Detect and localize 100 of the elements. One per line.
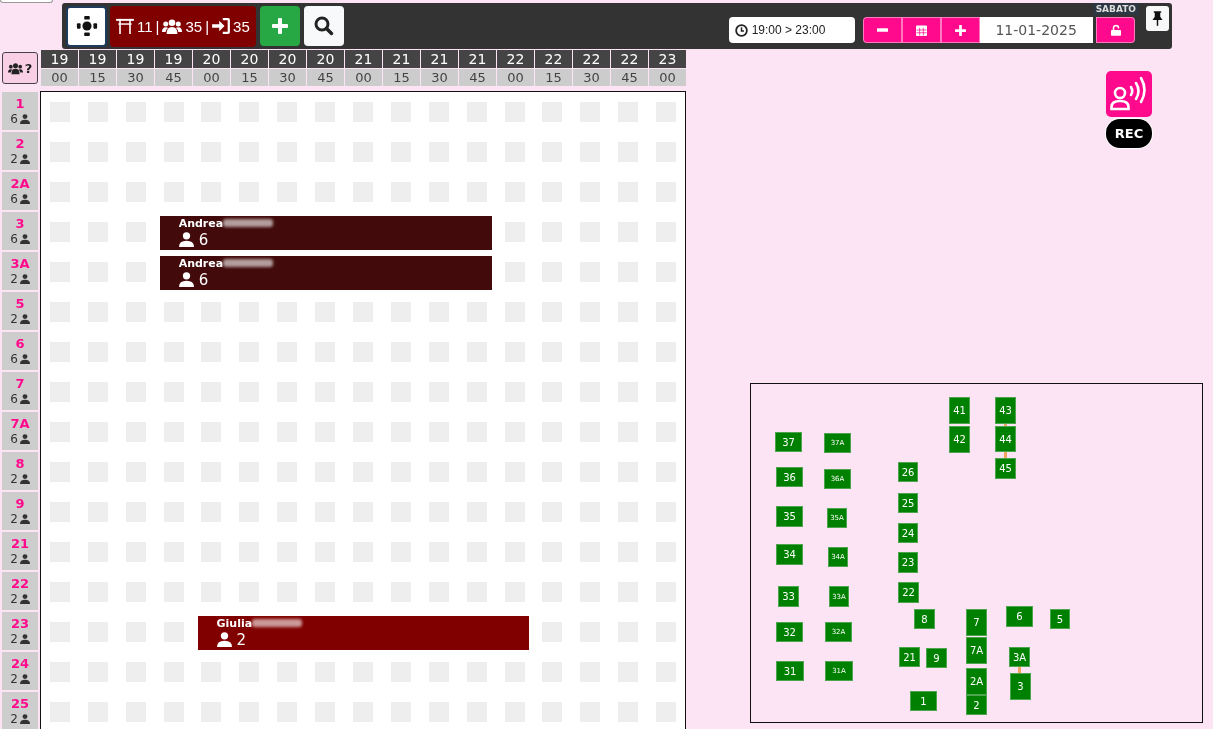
hour-header: 22 — [611, 50, 648, 68]
seat-count: 2 — [10, 591, 18, 607]
person-icon — [19, 154, 30, 164]
next-day-button[interactable] — [940, 17, 980, 43]
search-button[interactable] — [303, 6, 344, 46]
minute-header: 45 — [307, 69, 344, 86]
person-icon — [216, 632, 232, 647]
person-icon — [19, 394, 30, 404]
table-number: 2A — [10, 175, 30, 192]
floor-table[interactable]: 31 — [776, 661, 804, 681]
hour-header: 21 — [345, 50, 382, 68]
hour-header: 21 — [383, 50, 420, 68]
hour-header: 20 — [193, 50, 230, 68]
floor-table[interactable]: 21 — [899, 647, 920, 667]
person-icon — [19, 594, 30, 604]
calendar-icon — [915, 24, 927, 36]
time-range-field[interactable]: 19:00 > 23:00 — [728, 17, 855, 43]
floor-table[interactable]: 1 — [910, 691, 937, 711]
seat-count: 2 — [10, 471, 18, 487]
person-icon — [178, 272, 194, 287]
floor-table[interactable]: 33 — [778, 586, 799, 607]
table-number: 3 — [15, 215, 25, 232]
person-icon — [19, 474, 30, 484]
minute-header: 00 — [649, 69, 686, 86]
seat-count: 2 — [10, 671, 18, 687]
hour-header: 22 — [535, 50, 572, 68]
floor-table[interactable]: 25 — [898, 493, 918, 513]
floor-table[interactable]: 3 — [1010, 673, 1031, 700]
hour-header: 23 — [649, 50, 686, 68]
floor-table[interactable]: 44 — [995, 426, 1016, 452]
sign-in-icon — [212, 18, 231, 34]
floor-table[interactable]: 23 — [898, 552, 918, 573]
floor-table[interactable]: 6 — [1006, 606, 1033, 627]
seat-count: 2 — [10, 631, 18, 647]
floor-table[interactable]: 7A — [966, 637, 987, 664]
floor-table[interactable]: 45 — [995, 458, 1016, 479]
users-icon — [7, 60, 23, 76]
calendar-button[interactable] — [901, 17, 941, 43]
guest-name: Andrea — [178, 216, 224, 230]
table-number: 24 — [10, 655, 30, 672]
floor-table[interactable]: 35 — [776, 506, 803, 527]
floor-table[interactable]: 22 — [898, 582, 919, 603]
minute-header: 00 — [193, 69, 230, 86]
person-icon — [19, 274, 30, 284]
hour-header: 20 — [307, 50, 344, 68]
person-icon — [19, 194, 30, 204]
person-icon — [19, 354, 30, 364]
floor-table[interactable]: 9 — [926, 648, 947, 668]
seat-count: 6 — [10, 191, 18, 207]
floor-table[interactable]: 42 — [949, 426, 970, 453]
floor-table[interactable]: 37 — [775, 432, 802, 452]
floor-table[interactable]: 34 — [776, 544, 803, 565]
reservation-bar[interactable]: Andrea 6 — [159, 256, 492, 290]
table-number: 5 — [15, 295, 25, 312]
floor-table[interactable]: 5 — [1050, 609, 1070, 629]
floor-table[interactable]: 7 — [966, 609, 987, 636]
hour-header: 21 — [421, 50, 458, 68]
person-icon — [19, 314, 30, 324]
minute-header: 30 — [573, 69, 610, 86]
seat-count: 2 — [10, 311, 18, 327]
pin-icon — [1152, 11, 1163, 26]
reservation-bar[interactable]: Andrea 6 — [159, 216, 492, 250]
floor-table[interactable]: 24 — [898, 523, 918, 543]
hour-header: 21 — [459, 50, 496, 68]
table-number: 8 — [15, 455, 25, 472]
floor-table[interactable]: 3A — [1009, 647, 1030, 667]
floor-table[interactable]: 26 — [898, 462, 918, 482]
guest-count: 6 — [198, 230, 209, 249]
previous-day-button[interactable] — [862, 17, 902, 43]
floor-table[interactable]: 36 — [776, 467, 803, 487]
person-icon — [19, 234, 30, 244]
floor-table[interactable]: 41 — [949, 397, 970, 424]
party-size-button[interactable]: ? — [2, 52, 38, 84]
seat-count: 2 — [10, 551, 18, 567]
add-button[interactable] — [259, 6, 300, 46]
lock-button[interactable] — [1096, 17, 1136, 43]
plus-icon — [954, 24, 966, 36]
floor-table[interactable]: 8 — [914, 609, 935, 629]
person-icon — [19, 554, 30, 564]
floor-table[interactable]: 32 — [776, 622, 803, 642]
voice-record-button[interactable]: REC — [1106, 71, 1152, 148]
seat-count: 2 — [10, 151, 18, 167]
cut-off-button[interactable] — [0, 0, 53, 3]
table-number: 25 — [10, 695, 30, 712]
table-number: 21 — [10, 535, 30, 552]
person-icon — [19, 674, 30, 684]
seat-count: 6 — [10, 351, 18, 367]
floor-layout-button[interactable] — [66, 5, 107, 47]
pin-button[interactable] — [1146, 6, 1169, 31]
table-number: 7A — [10, 415, 30, 432]
date-field[interactable]: 11-01-2025 — [979, 17, 1093, 43]
person-icon — [19, 634, 30, 644]
floor-table[interactable]: 43 — [995, 397, 1016, 424]
minute-header: 30 — [269, 69, 306, 86]
guest-name: Giulia — [216, 616, 253, 630]
floor-table[interactable]: 2 — [966, 695, 987, 715]
reservation-bar[interactable]: Giulia 2 — [197, 616, 530, 650]
minute-header: 15 — [79, 69, 116, 86]
floor-table[interactable]: 2A — [966, 668, 987, 695]
search-icon — [313, 16, 334, 36]
